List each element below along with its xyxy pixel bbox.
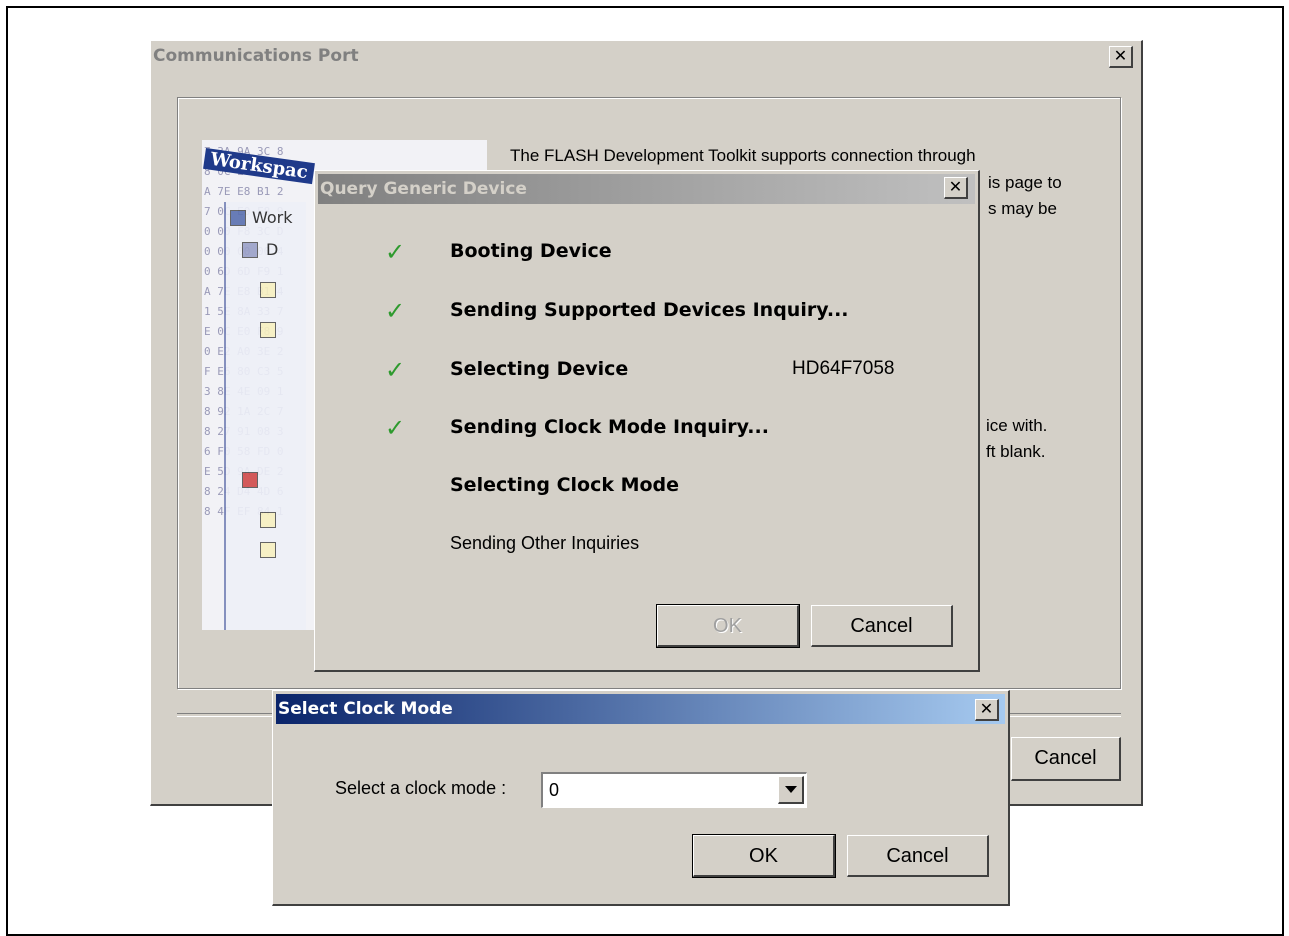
comm-port-cancel-label: Cancel bbox=[1034, 747, 1097, 769]
step-label: Sending Clock Mode Inquiry... bbox=[450, 416, 769, 438]
step-label: Sending Supported Devices Inquiry... bbox=[450, 299, 849, 321]
clock-dialog-close-button[interactable]: ✕ bbox=[975, 699, 999, 721]
folder-icon bbox=[230, 210, 246, 226]
step-label: Selecting Clock Mode bbox=[450, 474, 680, 496]
file-icon bbox=[260, 282, 276, 298]
file-icon bbox=[260, 542, 276, 558]
device-icon bbox=[242, 472, 258, 488]
project-tree-label: D bbox=[266, 240, 279, 259]
check-icon: ✓ bbox=[385, 297, 406, 325]
selected-device-value: HD64F7058 bbox=[792, 358, 895, 379]
clock-mode-prompt: Select a clock mode : bbox=[335, 778, 507, 798]
clock-ok-label: OK bbox=[749, 845, 778, 867]
step-label: Booting Device bbox=[450, 240, 612, 262]
clock-cancel-label: Cancel bbox=[886, 845, 949, 867]
file-icon bbox=[260, 512, 276, 528]
query-dialog-title: Query Generic Device bbox=[320, 179, 527, 199]
query-dialog-close-button[interactable]: ✕ bbox=[944, 177, 968, 199]
chevron-down-icon bbox=[785, 786, 797, 793]
close-icon: ✕ bbox=[979, 699, 994, 718]
step-label: Selecting Device bbox=[450, 358, 629, 380]
query-cancel-label: Cancel bbox=[850, 615, 913, 637]
clock-mode-select[interactable]: 0 bbox=[541, 772, 807, 808]
comm-port-description-line-5: ft blank. bbox=[986, 442, 1046, 461]
step-label: Sending Other Inquiries bbox=[450, 533, 640, 553]
workspace-tree-panel: Work D bbox=[224, 202, 306, 630]
workspace-tree-label: Work bbox=[252, 208, 293, 227]
check-icon: ✓ bbox=[385, 238, 406, 266]
check-icon: ✓ bbox=[385, 414, 406, 442]
clock-mode-selected-value: 0 bbox=[549, 780, 560, 800]
comm-port-description-line-4: ice with. bbox=[986, 416, 1048, 435]
comm-port-close-button[interactable]: ✕ bbox=[1109, 46, 1133, 68]
close-icon: ✕ bbox=[948, 177, 963, 196]
file-icon bbox=[260, 322, 276, 338]
clock-dialog-titlebar[interactable]: Select Clock Mode bbox=[276, 694, 1005, 724]
comm-port-cancel-button[interactable]: Cancel bbox=[1011, 737, 1121, 781]
comm-port-description-line-3: s may be bbox=[988, 199, 1057, 218]
comm-port-description-line-1: The FLASH Development Toolkit supports c… bbox=[510, 146, 976, 165]
comm-port-title: Communications Port bbox=[153, 46, 359, 66]
query-ok-label: OK bbox=[713, 615, 742, 637]
comm-port-titlebar[interactable]: Communications Port bbox=[151, 41, 1141, 71]
clock-dialog-cancel-button[interactable]: Cancel bbox=[847, 835, 989, 877]
clock-dialog-title: Select Clock Mode bbox=[278, 699, 453, 719]
query-dialog-cancel-button[interactable]: Cancel bbox=[811, 605, 953, 647]
select-clock-mode-dialog: Select Clock Mode ✕ Select a clock mode … bbox=[272, 690, 1010, 906]
project-icon bbox=[242, 242, 258, 258]
query-dialog-ok-button[interactable]: OK bbox=[656, 604, 800, 648]
dropdown-button[interactable] bbox=[778, 776, 804, 804]
close-icon: ✕ bbox=[1113, 46, 1128, 65]
check-icon: ✓ bbox=[385, 356, 406, 384]
comm-port-description-line-2: is page to bbox=[988, 173, 1062, 192]
query-dialog-titlebar[interactable]: Query Generic Device bbox=[318, 174, 975, 204]
clock-dialog-ok-button[interactable]: OK bbox=[692, 834, 836, 878]
